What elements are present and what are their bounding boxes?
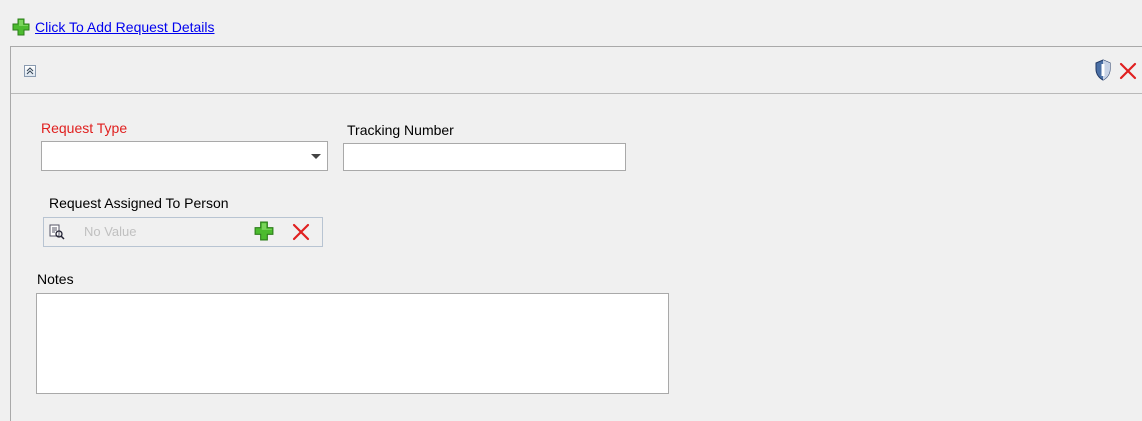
- panel-header: [11, 47, 1142, 94]
- request-type-label: Request Type: [41, 120, 128, 136]
- plus-icon[interactable]: [12, 18, 30, 36]
- plus-icon[interactable]: [254, 221, 274, 241]
- tracking-number-label: Tracking Number: [347, 122, 454, 138]
- chevron-down-icon[interactable]: [311, 154, 321, 159]
- collapse-up-icon[interactable]: [24, 65, 36, 77]
- tracking-number-input[interactable]: [343, 143, 626, 171]
- request-details-panel: Request Type Tracking Number Request Ass…: [10, 46, 1142, 421]
- assigned-person-label: Request Assigned To Person: [49, 195, 229, 211]
- close-icon[interactable]: [1118, 61, 1138, 81]
- lookup-icon[interactable]: [49, 224, 65, 240]
- assigned-person-value: No Value: [84, 224, 137, 239]
- add-request-details-row: Click To Add Request Details: [12, 16, 215, 38]
- request-type-dropdown[interactable]: [41, 141, 328, 171]
- notes-textarea[interactable]: [36, 293, 669, 394]
- assigned-person-picker[interactable]: No Value: [43, 217, 323, 247]
- notes-label: Notes: [37, 271, 74, 287]
- add-request-details-link[interactable]: Click To Add Request Details: [35, 19, 215, 35]
- shield-icon[interactable]: [1094, 59, 1112, 81]
- close-icon[interactable]: [291, 222, 311, 242]
